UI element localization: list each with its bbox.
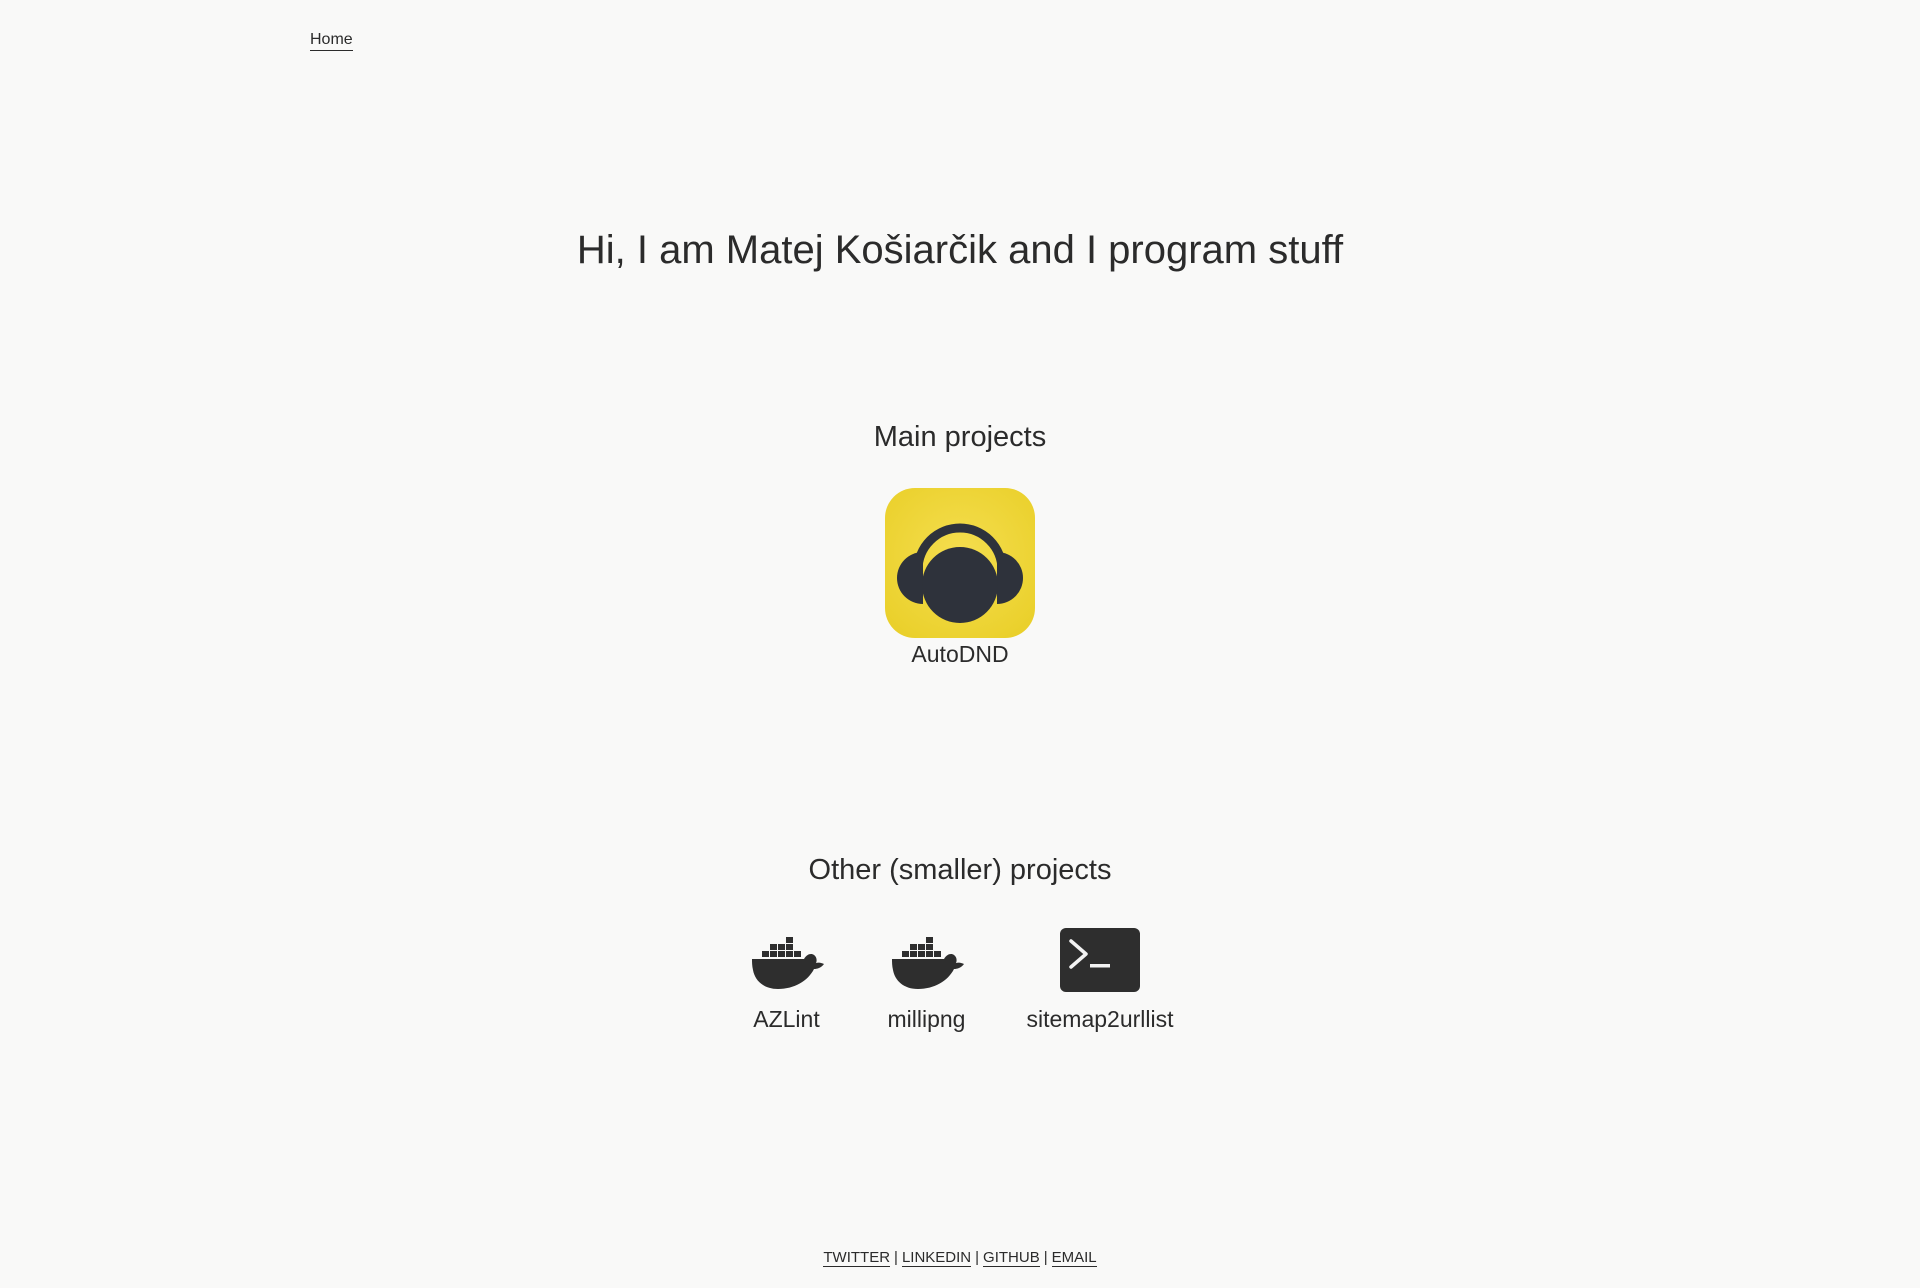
docker-whale-icon	[891, 937, 964, 989]
project-label: millipng	[887, 1006, 966, 1032]
footer-separator: |	[894, 1249, 898, 1266]
footer: TWITTER | LINKEDIN | GITHUB | EMAIL	[0, 1248, 1920, 1268]
footer-separator: |	[975, 1249, 980, 1266]
page: Home Hi, I am Matej Košiarčik and I prog…	[0, 0, 1920, 1288]
docker-whale-icon	[751, 937, 824, 989]
linkedin-link[interactable]: LINKEDIN	[901, 1249, 972, 1267]
project-label: AutoDND	[911, 641, 1009, 667]
twitter-link[interactable]: TWITTER	[823, 1249, 891, 1267]
other-projects-list: AZLint millipng sitemap2urllist	[0, 928, 1920, 1034]
project-sitemap2urllist[interactable]: sitemap2urllist	[1027, 928, 1174, 1034]
terminal-icon	[1060, 928, 1140, 992]
home-link[interactable]: Home	[310, 30, 353, 51]
project-label: sitemap2urllist	[1026, 1006, 1174, 1032]
headphones-app-icon	[885, 488, 1035, 638]
project-autodnd[interactable]: AutoDND	[885, 488, 1035, 669]
project-label: AZLint	[753, 1006, 820, 1032]
other-projects-heading: Other (smaller) projects	[808, 854, 1112, 886]
main-projects-heading: Main projects	[873, 421, 1047, 453]
project-azlint[interactable]: AZLint	[747, 928, 827, 1034]
email-link[interactable]: EMAIL	[1051, 1249, 1097, 1267]
project-millipng[interactable]: millipng	[887, 928, 967, 1034]
footer-separator: |	[1043, 1249, 1048, 1266]
github-link[interactable]: GITHUB	[983, 1249, 1040, 1267]
page-title: Hi, I am Matej Košiarčik and I program s…	[576, 228, 1344, 272]
